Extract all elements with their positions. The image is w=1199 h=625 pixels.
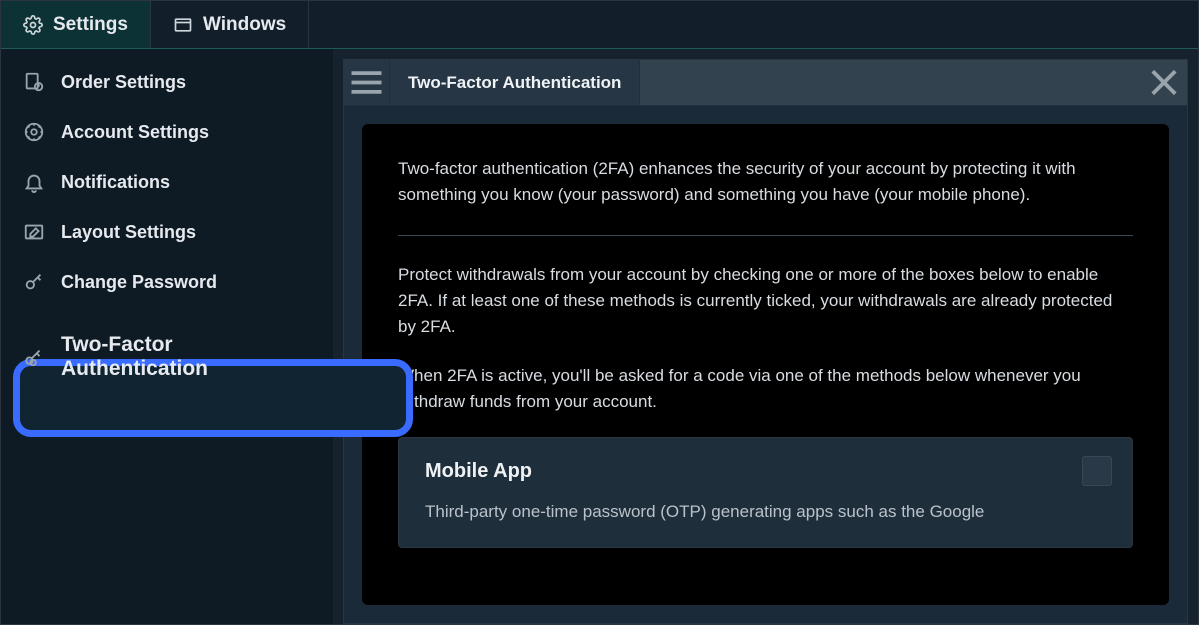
protect-text: Protect withdrawals from your account by… [398, 262, 1133, 341]
sidebar-item-label: Two-Factor Authentication [61, 333, 311, 381]
sidebar-item-label: Account Settings [61, 122, 209, 143]
window-icon [173, 15, 193, 35]
settings-sidebar: Order Settings Account Settings [1, 49, 333, 624]
when-active-text: When 2FA is active, you'll be asked for … [398, 363, 1133, 416]
sidebar-item-order-settings[interactable]: Order Settings [1, 57, 333, 107]
body: Order Settings Account Settings [1, 49, 1198, 624]
divider [398, 235, 1133, 236]
tab-label: Windows [203, 14, 286, 36]
panel-menu-button[interactable] [344, 60, 390, 105]
keys-icon [23, 346, 45, 368]
sidebar-item-account-settings[interactable]: Account Settings [1, 107, 333, 157]
method-card-desc: Third-party one-time password (OTP) gene… [425, 499, 1106, 525]
sidebar-item-two-factor-auth[interactable]: Two-Factor Authentication [1, 307, 333, 407]
intro-text: Two-factor authentication (2FA) enhances… [398, 156, 1133, 209]
content-card: Two-factor authentication (2FA) enhances… [362, 124, 1169, 605]
mobile-app-checkbox[interactable] [1082, 456, 1112, 486]
panel-header: Two-Factor Authentication [344, 60, 1187, 106]
cog-icon [23, 121, 45, 143]
bell-icon [23, 171, 45, 193]
layout-icon [23, 221, 45, 243]
method-card-mobile-app: Mobile App Third-party one-time password… [398, 437, 1133, 548]
main-area: Two-Factor Authentication Two-factor aut… [333, 49, 1198, 624]
method-card-title: Mobile App [425, 460, 1106, 483]
sidebar-item-label: Change Password [61, 272, 217, 293]
sidebar-item-layout-settings[interactable]: Layout Settings [1, 207, 333, 257]
sidebar-item-change-password[interactable]: Change Password [1, 257, 333, 307]
tab-settings[interactable]: Settings [1, 1, 151, 48]
sidebar-item-label: Order Settings [61, 72, 186, 93]
panel-body: Two-factor authentication (2FA) enhances… [344, 106, 1187, 623]
order-settings-icon [23, 71, 45, 93]
panel-title: Two-Factor Authentication [390, 60, 640, 105]
sidebar-item-notifications[interactable]: Notifications [1, 157, 333, 207]
panel-spacer [640, 60, 1141, 105]
gear-icon [23, 15, 43, 35]
sidebar-item-label: Notifications [61, 172, 170, 193]
app-window: Settings Windows [0, 0, 1199, 625]
tab-label: Settings [53, 14, 128, 36]
key-icon [23, 271, 45, 293]
tab-windows[interactable]: Windows [151, 1, 309, 48]
panel-close-button[interactable] [1141, 60, 1187, 105]
sidebar-item-label: Layout Settings [61, 222, 196, 243]
content-panel: Two-Factor Authentication Two-factor aut… [343, 59, 1188, 624]
top-tabbar: Settings Windows [1, 1, 1198, 49]
